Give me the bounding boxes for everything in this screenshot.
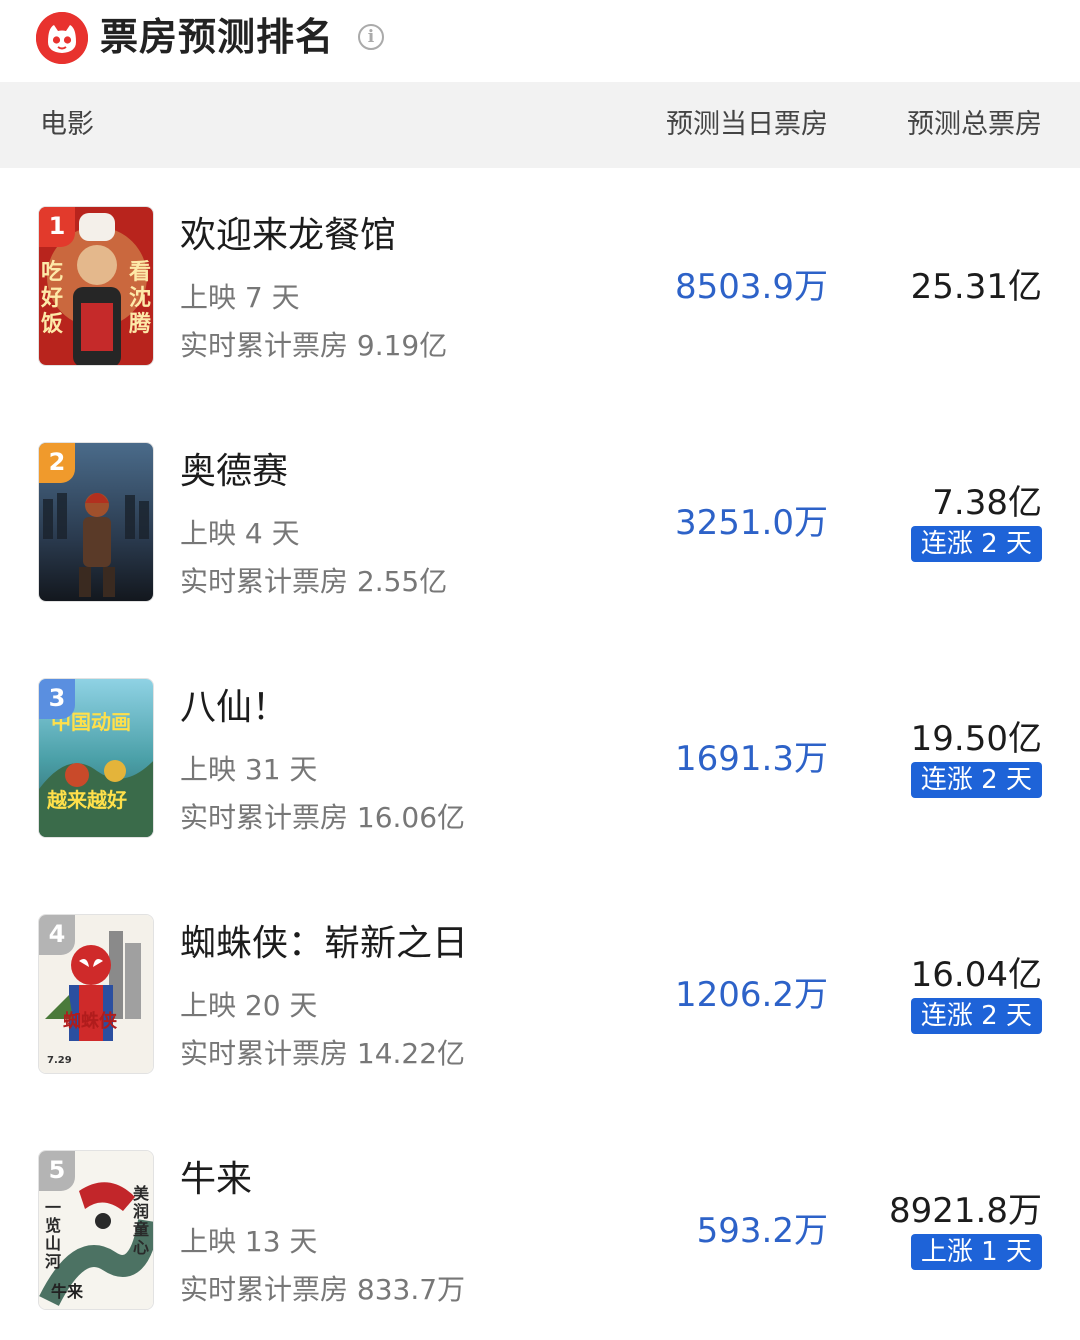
movie-row[interactable]: 2 奥德赛 上映 4 天 实时累计票房 2.55亿 3251.0万 7.38亿 … — [0, 404, 1080, 640]
svg-text:越来越好: 越来越好 — [46, 788, 127, 812]
rank-badge: 5 — [39, 1151, 75, 1191]
svg-text:饭: 饭 — [41, 311, 63, 337]
rank-badge: 4 — [39, 915, 75, 955]
cumulative-box-office: 实时累计票房 833.7万 — [180, 1273, 466, 1306]
svg-text:童: 童 — [133, 1220, 149, 1239]
trend-badge: 上涨 1 天 — [910, 1234, 1042, 1270]
svg-text:沈: 沈 — [129, 285, 151, 311]
daily-forecast: 1691.3万 — [675, 739, 828, 779]
release-days: 上映 4 天 — [180, 517, 300, 550]
movie-title[interactable]: 八仙！ — [180, 684, 288, 732]
movie-row[interactable]: 吃好饭 看沈腾 1 欢迎来龙餐馆 上映 7 天 实时累计票房 9.19亿 850… — [0, 168, 1080, 404]
page-title: 票房预测排名 — [100, 15, 335, 59]
column-header-bar: 电影 预测当日票房 预测总票房 — [0, 82, 1080, 168]
rank-badge: 3 — [39, 679, 75, 719]
total-forecast: 25.31亿 — [910, 267, 1042, 307]
column-daily-forecast[interactable]: 预测当日票房 — [666, 82, 828, 168]
total-forecast: 16.04亿 — [910, 955, 1042, 995]
release-days: 上映 13 天 — [180, 1225, 318, 1258]
column-movie: 电影 — [40, 109, 94, 140]
svg-text:览: 览 — [45, 1216, 61, 1235]
cat-logo-icon — [36, 12, 88, 64]
info-icon[interactable]: i — [358, 24, 384, 50]
movie-poster[interactable]: 2 — [38, 442, 154, 602]
svg-text:好: 好 — [40, 285, 63, 311]
trend-badge: 连涨 2 天 — [910, 526, 1042, 562]
svg-text:美: 美 — [133, 1184, 150, 1203]
movie-row[interactable]: 一览山河 美润童心 牛来 5 牛来 上映 13 天 实时累计票房 833.7万 … — [0, 1112, 1080, 1340]
movie-title[interactable]: 牛来 — [180, 1156, 252, 1204]
movie-poster[interactable]: 蜘蛛侠 7.29 4 — [38, 914, 154, 1074]
total-forecast: 7.38亿 — [932, 483, 1042, 523]
svg-text:山: 山 — [45, 1234, 61, 1253]
cumulative-box-office: 实时累计票房 9.19亿 — [180, 329, 448, 362]
daily-forecast: 8503.9万 — [675, 267, 828, 307]
movie-poster[interactable]: 一览山河 美润童心 牛来 5 — [38, 1150, 154, 1310]
movie-title[interactable]: 欢迎来龙餐馆 — [180, 212, 396, 260]
release-days: 上映 31 天 — [180, 753, 318, 786]
svg-text:吃: 吃 — [41, 259, 63, 285]
release-days: 上映 7 天 — [180, 281, 300, 314]
movie-title[interactable]: 奥德赛 — [180, 448, 288, 496]
rank-badge: 1 — [39, 207, 75, 247]
svg-text:心: 心 — [133, 1238, 149, 1257]
page-header: 票房预测排名 i — [0, 0, 1080, 82]
svg-text:蜘蛛侠: 蜘蛛侠 — [63, 1010, 118, 1032]
total-forecast: 8921.8万 — [889, 1191, 1042, 1231]
release-days: 上映 20 天 — [180, 989, 318, 1022]
svg-text:一: 一 — [45, 1198, 61, 1217]
movie-row[interactable]: 中国动画 越来越好 3 八仙！ 上映 31 天 实时累计票房 16.06亿 16… — [0, 640, 1080, 876]
cumulative-box-office: 实时累计票房 14.22亿 — [180, 1037, 466, 1070]
trend-badge: 连涨 2 天 — [910, 762, 1042, 798]
movie-row[interactable]: 蜘蛛侠 7.29 4 蜘蛛侠：崭新之日 上映 20 天 实时累计票房 14.22… — [0, 876, 1080, 1112]
cumulative-box-office: 实时累计票房 16.06亿 — [180, 801, 466, 834]
svg-text:腾: 腾 — [129, 311, 152, 337]
svg-text:润: 润 — [133, 1202, 149, 1221]
total-forecast: 19.50亿 — [910, 719, 1042, 759]
daily-forecast: 3251.0万 — [675, 503, 828, 543]
daily-forecast: 1206.2万 — [675, 975, 828, 1015]
column-total-forecast[interactable]: 预测总票房 — [907, 82, 1042, 168]
movie-poster[interactable]: 吃好饭 看沈腾 1 — [38, 206, 154, 366]
svg-text:看: 看 — [129, 259, 151, 285]
movie-poster[interactable]: 中国动画 越来越好 3 — [38, 678, 154, 838]
cumulative-box-office: 实时累计票房 2.55亿 — [180, 565, 448, 598]
rank-badge: 2 — [39, 443, 75, 483]
svg-text:7.29: 7.29 — [47, 1055, 72, 1066]
trend-badge: 连涨 2 天 — [910, 998, 1042, 1034]
movie-title[interactable]: 蜘蛛侠：崭新之日 — [180, 920, 468, 968]
svg-text:河: 河 — [45, 1252, 61, 1271]
box-office-forecast-page: 票房预测排名 i 电影 预测当日票房 预测总票房 吃好饭 看沈腾 1 欢迎来龙餐… — [0, 0, 1080, 1340]
svg-text:牛来: 牛来 — [51, 1282, 84, 1301]
daily-forecast: 593.2万 — [696, 1211, 828, 1251]
